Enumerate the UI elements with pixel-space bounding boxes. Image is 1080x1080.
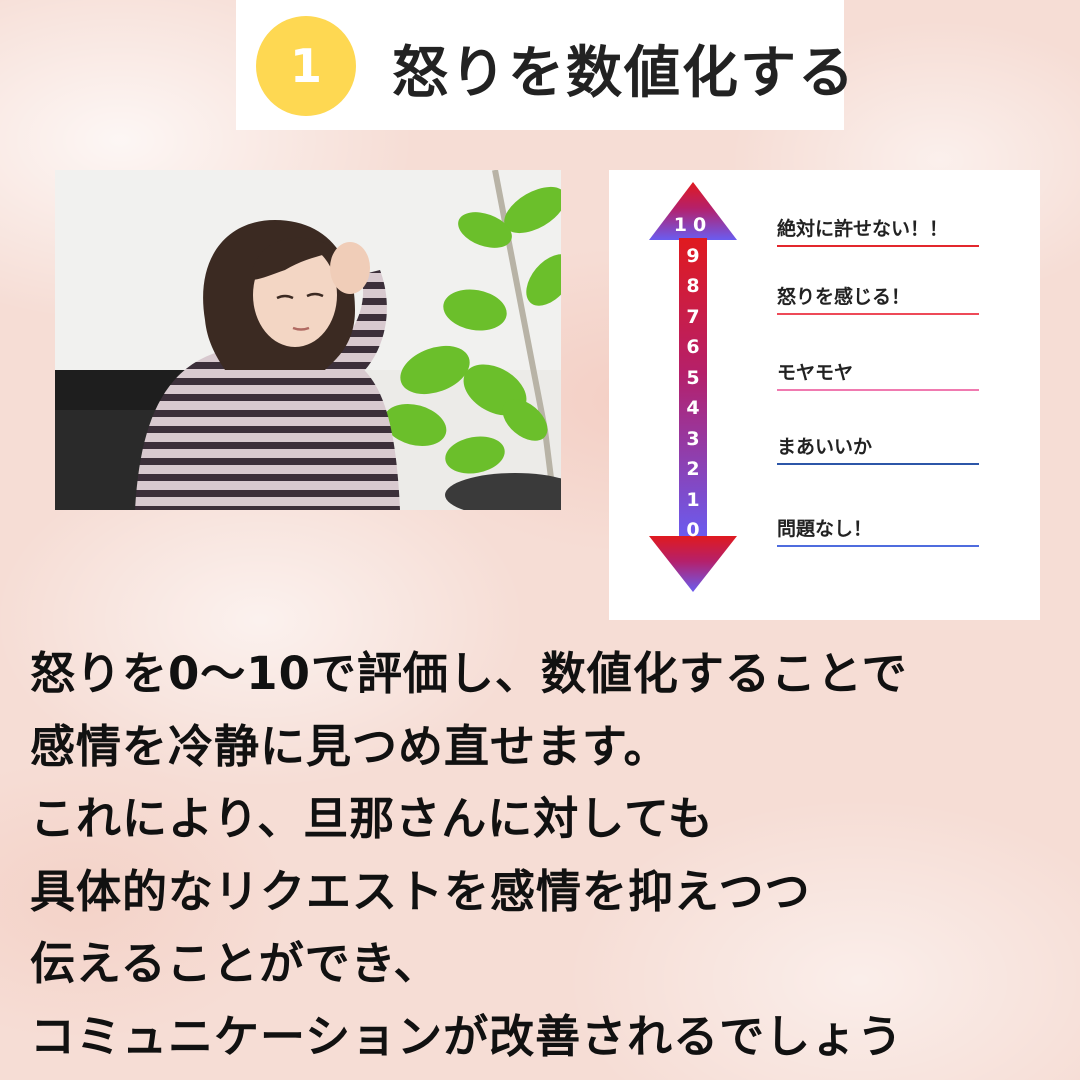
scale-number: 5 — [686, 366, 700, 389]
body-line: コミュニケーションが改善されるでしょう — [30, 1009, 904, 1063]
scale-level-underline — [777, 313, 979, 315]
photo-illustration — [55, 170, 561, 510]
scale-number: 9 — [686, 244, 700, 267]
scale-number: 4 — [686, 397, 700, 419]
scale-level-label: モヤモヤ — [777, 362, 854, 384]
body-line: 感情を冷静に見つめ直せます。 — [30, 719, 670, 773]
body-text: 怒りを0〜10で評価し、数値化することで 感情を冷静に見つめ直せます。 これによ… — [30, 638, 1070, 1073]
body-line: 怒りを0〜10で評価し、数値化することで — [30, 647, 908, 700]
body-line: これにより、旦那さんに対しても — [30, 792, 714, 845]
scale-number: 8 — [686, 275, 700, 297]
scale-number: 10 — [673, 214, 713, 236]
scale-level-underline — [777, 389, 979, 391]
scale-level-label: まあいいか — [777, 436, 873, 458]
page-title: 怒りを数値化する — [392, 41, 856, 106]
photo-stressed-woman — [55, 170, 561, 510]
anger-scale-card: 10 9 8 7 6 5 4 3 2 1 0 絶対に許せない！！ 怒りを感じる！ モヤモヤ まあいいか 問題… — [609, 170, 1040, 620]
scale-number: 7 — [686, 305, 700, 328]
scale-level-underline — [777, 463, 979, 465]
scale-level-label: 絶対に許せない！！ — [777, 218, 949, 240]
scale-level-underline — [777, 545, 979, 547]
scale-number: 1 — [686, 488, 700, 511]
scale-level-underline — [777, 245, 979, 247]
scale-number: 6 — [686, 336, 700, 358]
scale-number: 2 — [686, 458, 700, 480]
scale-number: 3 — [686, 427, 700, 450]
scale-level-label: 怒りを感じる！ — [777, 286, 911, 308]
scale-level-label: 問題なし！ — [777, 518, 873, 540]
step-number-badge: 1 — [256, 16, 356, 116]
scale-number: 0 — [686, 519, 700, 541]
body-line: 伝えることができ、 — [30, 937, 440, 990]
body-line: 具体的なリクエストを感情を抑えつつ — [30, 864, 811, 918]
